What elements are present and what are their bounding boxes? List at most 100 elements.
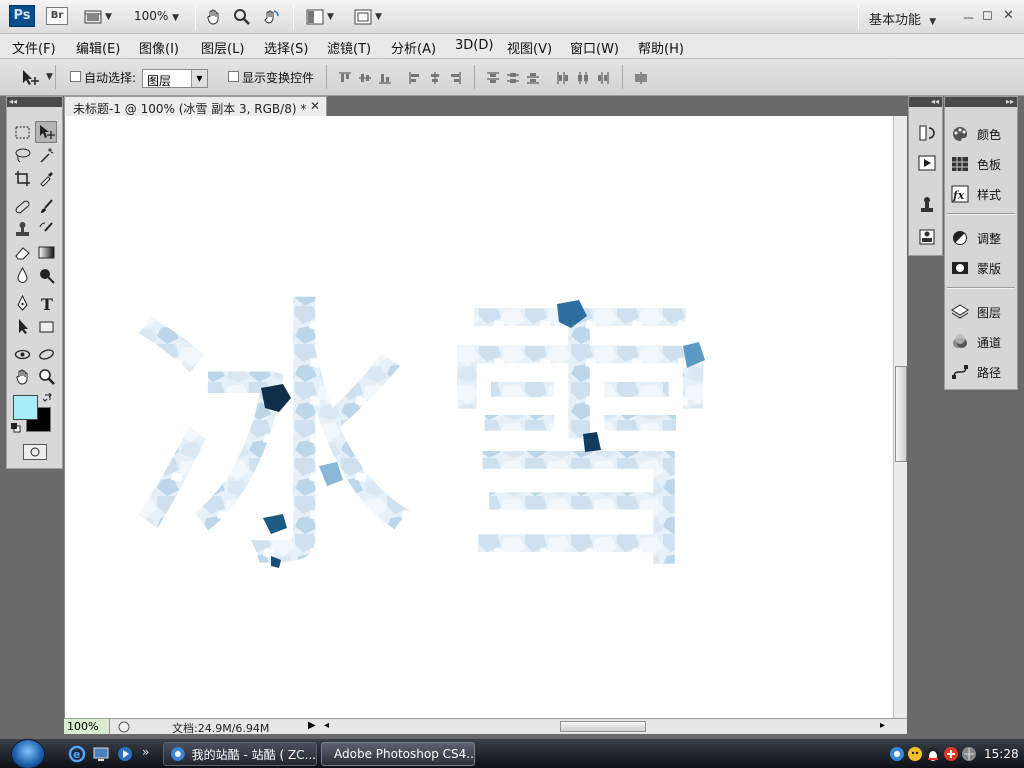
panel-tab-layers[interactable]: 图层: [951, 301, 1001, 323]
status-expand-icon[interactable]: ▶: [308, 720, 316, 731]
marquee-tool[interactable]: [11, 121, 33, 143]
crop-tool[interactable]: [11, 167, 33, 189]
panel-tab-styles[interactable]: fx 样式: [951, 183, 1001, 205]
type-tool[interactable]: T: [35, 292, 57, 314]
3d-rotate-tool[interactable]: [11, 343, 33, 365]
history-icon[interactable]: [917, 123, 937, 143]
panel-tab-channels[interactable]: 通道: [951, 331, 1001, 353]
eyedropper-tool[interactable]: [35, 167, 57, 189]
start-button[interactable]: [11, 739, 45, 768]
expand-panels-icon[interactable]: ◂◂: [909, 97, 942, 107]
blur-tool[interactable]: [11, 264, 33, 286]
align-top-icon[interactable]: [338, 71, 352, 85]
taskbar-item-photoshop[interactable]: Ps Adobe Photoshop CS4...: [321, 742, 475, 766]
tray-app-icon[interactable]: [888, 745, 906, 763]
show-transform-checkbox[interactable]: [228, 71, 239, 82]
align-left-icon[interactable]: [408, 71, 422, 85]
screen-mode-toggle[interactable]: ▼: [354, 7, 382, 27]
actions-play-icon[interactable]: [917, 153, 937, 173]
scroll-left-icon[interactable]: ◂: [324, 720, 329, 731]
screen-mode-button[interactable]: ▼: [84, 7, 112, 27]
menu-layer[interactable]: 图层(L): [201, 38, 244, 57]
tool-presets-icon[interactable]: [917, 227, 937, 247]
tray-penguin-icon[interactable]: [924, 745, 942, 763]
vertical-scrollbar[interactable]: [893, 116, 907, 718]
menu-edit[interactable]: 编辑(E): [76, 38, 120, 57]
panel-tab-adjustments[interactable]: 调整: [951, 227, 1001, 249]
document-canvas[interactable]: 冰 雪: [64, 116, 893, 718]
menu-view[interactable]: 视图(V): [507, 38, 552, 57]
tray-security-icon[interactable]: [942, 745, 960, 763]
menu-3d[interactable]: 3D(D): [455, 38, 493, 53]
collapse-panels-icon[interactable]: ▸▸: [945, 97, 1017, 107]
auto-align-layers-icon[interactable]: [634, 71, 648, 85]
menu-filter[interactable]: 滤镜(T): [327, 38, 371, 57]
menu-select[interactable]: 选择(S): [264, 38, 308, 57]
swap-colors-icon[interactable]: [43, 393, 53, 403]
zoom-tool-button[interactable]: [233, 7, 251, 27]
distribute-top-icon[interactable]: [486, 71, 500, 85]
tray-qq-icon[interactable]: [906, 745, 924, 763]
media-player-icon[interactable]: [116, 745, 134, 763]
restore-button[interactable]: ◻: [982, 8, 993, 23]
minimize-button[interactable]: －: [962, 8, 975, 27]
move-tool[interactable]: [35, 121, 57, 143]
pen-tool[interactable]: [11, 292, 33, 314]
rotate-view-button[interactable]: [262, 7, 280, 27]
menu-analysis[interactable]: 分析(A): [391, 38, 436, 57]
lasso-tool[interactable]: [11, 144, 33, 166]
bridge-button[interactable]: Br: [46, 7, 68, 25]
auto-select-target-dropdown[interactable]: 图层 ▼: [142, 69, 208, 88]
close-document-icon[interactable]: ✕: [310, 99, 320, 113]
menu-window[interactable]: 窗口(W): [570, 38, 619, 57]
tool-preset-picker[interactable]: ▼: [10, 65, 56, 89]
brush-tool[interactable]: [35, 195, 57, 217]
zoom-level-dropdown[interactable]: 100% ▼: [134, 9, 179, 23]
close-button[interactable]: ✕: [1003, 8, 1014, 23]
distribute-bottom-icon[interactable]: [526, 71, 540, 85]
distribute-right-icon[interactable]: [596, 71, 610, 85]
align-vcenter-icon[interactable]: [358, 71, 372, 85]
panel-tab-color[interactable]: 颜色: [951, 123, 1001, 145]
horizontal-scroll-thumb[interactable]: [560, 721, 646, 732]
scroll-right-icon[interactable]: ▸: [880, 720, 885, 731]
status-zoom-field[interactable]: 100%: [64, 719, 110, 734]
align-right-icon[interactable]: [448, 71, 462, 85]
distribute-hcenter-icon[interactable]: [576, 71, 590, 85]
hand-tool-button[interactable]: [205, 7, 223, 27]
magic-wand-tool[interactable]: [35, 144, 57, 166]
path-selection-tool[interactable]: [11, 315, 33, 337]
align-bottom-icon[interactable]: [378, 71, 392, 85]
clone-source-icon[interactable]: [917, 195, 937, 215]
collapse-toolbox-icon[interactable]: ◂◂: [7, 97, 62, 107]
taskbar-item-browser[interactable]: 我的站酷 - 站酷 ( ZC...: [163, 742, 317, 766]
gradient-tool[interactable]: [35, 241, 57, 263]
clone-stamp-tool[interactable]: [11, 218, 33, 240]
align-hcenter-icon[interactable]: [428, 71, 442, 85]
menu-image[interactable]: 图像(I): [139, 38, 179, 57]
workspace-switcher[interactable]: 基本功能 ▼: [869, 9, 936, 28]
zoom-tool[interactable]: [35, 365, 57, 387]
rectangle-tool[interactable]: [35, 315, 57, 337]
quick-launch-overflow-icon[interactable]: »: [142, 745, 149, 759]
document-tab[interactable]: 未标题-1 @ 100% (冰雪 副本 3, RGB/8) * ✕: [64, 96, 327, 116]
status-menu-icon[interactable]: [118, 721, 130, 733]
distribute-vcenter-icon[interactable]: [506, 71, 520, 85]
panel-tab-paths[interactable]: 路径: [951, 361, 1001, 383]
foreground-color-swatch[interactable]: [13, 395, 38, 420]
default-colors-icon[interactable]: [11, 423, 21, 433]
menu-help[interactable]: 帮助(H): [638, 38, 684, 57]
eraser-tool[interactable]: [11, 241, 33, 263]
auto-select-checkbox[interactable]: [70, 71, 81, 82]
ie-icon[interactable]: e: [68, 745, 86, 763]
menu-file[interactable]: 文件(F): [12, 38, 56, 57]
tray-network-icon[interactable]: [960, 745, 978, 763]
arrange-documents-button[interactable]: ▼: [306, 7, 334, 27]
dodge-tool[interactable]: [35, 264, 57, 286]
history-brush-tool[interactable]: [35, 218, 57, 240]
3d-orbit-tool[interactable]: [35, 343, 57, 365]
show-desktop-icon[interactable]: [92, 745, 110, 763]
quick-mask-button[interactable]: [23, 444, 47, 460]
vertical-scroll-thumb[interactable]: [895, 366, 907, 462]
panel-tab-masks[interactable]: 蒙版: [951, 257, 1001, 279]
